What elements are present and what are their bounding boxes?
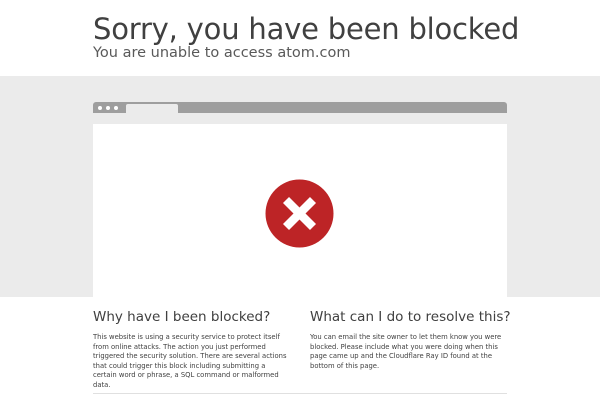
browser-tab-shape xyxy=(126,104,178,113)
page-header: Sorry, you have been blocked You are una… xyxy=(0,0,600,76)
page-subtitle: You are unable to access atom.com xyxy=(93,45,351,61)
why-blocked-text: This website is using a security service… xyxy=(93,333,287,389)
page-title: Sorry, you have been blocked xyxy=(93,12,520,46)
footer-divider xyxy=(93,393,507,394)
resolve-section: What can I do to resolve this? You can e… xyxy=(310,309,511,371)
browser-dot-icon xyxy=(114,106,118,110)
why-blocked-section: Why have I been blocked? This website is… xyxy=(93,309,291,391)
browser-dot-icon xyxy=(98,106,102,110)
resolve-heading: What can I do to resolve this? xyxy=(310,309,511,325)
browser-illustration-bar xyxy=(93,102,507,113)
browser-dot-icon xyxy=(106,106,110,110)
blocked-x-icon xyxy=(265,179,334,248)
why-blocked-heading: Why have I been blocked? xyxy=(93,309,271,325)
resolve-text: You can email the site owner to let them… xyxy=(310,333,502,370)
